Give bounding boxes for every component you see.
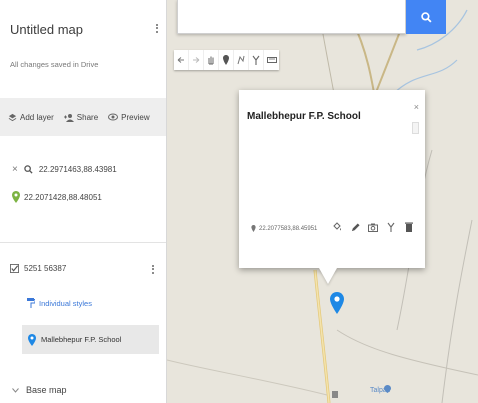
- redo-icon: [193, 56, 200, 63]
- directions-button[interactable]: [249, 50, 264, 70]
- add-marker-button[interactable]: [219, 50, 234, 70]
- clear-search-button[interactable]: ×: [12, 164, 18, 175]
- add-layer-label: Add layer: [20, 112, 54, 122]
- card-pointer: [319, 268, 337, 284]
- directions-icon: [387, 222, 395, 232]
- draw-line-button[interactable]: [234, 50, 249, 70]
- poi-icon: [384, 385, 391, 393]
- map-marker-icon[interactable]: [330, 292, 344, 314]
- edit-button[interactable]: [349, 220, 361, 234]
- card-coordinates: 22.2077583,88.45951: [251, 225, 317, 232]
- map-title[interactable]: Untitled map: [10, 22, 83, 37]
- paint-roller-icon: [27, 298, 35, 308]
- individual-styles-link[interactable]: Individual styles: [27, 298, 92, 308]
- chevron-down-icon: [12, 387, 19, 393]
- place-pin-icon: [28, 333, 36, 346]
- result-pin-icon: [12, 191, 20, 203]
- add-layer-button[interactable]: Add layer: [8, 113, 54, 122]
- paint-bucket-icon: [333, 222, 341, 231]
- add-photo-button[interactable]: [367, 220, 379, 234]
- individual-styles-label: Individual styles: [39, 298, 92, 308]
- map-options-kebab-icon[interactable]: [154, 22, 160, 38]
- map-canvas[interactable]: Mallebhepur F.P. School × 22.2077583,88.…: [167, 0, 478, 403]
- style-button[interactable]: [331, 220, 343, 234]
- place-info-card: Mallebhepur F.P. School × 22.2077583,88.…: [239, 90, 425, 268]
- map-search-input[interactable]: [177, 0, 406, 34]
- section-divider: [0, 242, 166, 243]
- base-map-toggle[interactable]: Base map: [12, 385, 67, 395]
- directions-to-here-button[interactable]: [385, 220, 397, 234]
- undo-icon: [177, 56, 184, 63]
- layer-options-kebab-icon[interactable]: [150, 263, 156, 279]
- map-toolbar: [174, 50, 279, 70]
- draw-line-icon: [237, 55, 245, 65]
- search-icon: [24, 165, 33, 174]
- camera-icon: [368, 223, 378, 232]
- map-search-button[interactable]: [406, 0, 446, 34]
- pan-tool-button[interactable]: [204, 50, 219, 70]
- save-status: All changes saved in Drive: [10, 60, 99, 69]
- result-coordinates: 22.2071428,88.48051: [24, 192, 102, 202]
- undo-button[interactable]: [174, 50, 189, 70]
- search-query: 22.2971463,88.43981: [38, 165, 117, 174]
- card-collapse-handle[interactable]: [412, 122, 419, 134]
- hand-icon: [208, 56, 214, 65]
- panel-actions-bar: Add layer Share Preview: [0, 98, 166, 136]
- share-button[interactable]: Share: [63, 112, 99, 122]
- ruler-icon: [266, 57, 277, 63]
- layer-header: 5251 56387: [10, 264, 66, 273]
- delete-button[interactable]: [403, 220, 415, 234]
- card-title: Mallebhepur F.P. School: [247, 111, 361, 122]
- directions-icon: [252, 55, 260, 65]
- place-list-item[interactable]: Mallebhepur F.P. School: [22, 325, 159, 354]
- place-name: Mallebhepur F.P. School: [41, 335, 122, 344]
- small-pin-icon: [251, 225, 256, 232]
- base-map-label: Base map: [26, 385, 67, 395]
- card-coordinates-text: 22.2077583,88.45951: [259, 225, 318, 232]
- eye-icon: [108, 113, 119, 121]
- marker-icon: [223, 55, 229, 65]
- search-result-item[interactable]: 22.2071428,88.48051: [12, 191, 102, 203]
- layer-checkbox-icon[interactable]: [10, 264, 19, 273]
- add-layer-icon: [8, 113, 17, 121]
- search-result-header: × 22.2971463,88.43981: [12, 164, 117, 175]
- preview-label: Preview: [121, 112, 150, 122]
- preview-button[interactable]: Preview: [108, 112, 150, 122]
- trash-icon: [405, 222, 413, 232]
- pencil-icon: [351, 222, 360, 231]
- redo-button[interactable]: [189, 50, 204, 70]
- map-side-panel: Untitled map All changes saved in Drive …: [0, 0, 167, 403]
- layer-name[interactable]: 5251 56387: [24, 264, 66, 273]
- search-icon: [420, 11, 432, 23]
- add-person-icon: [63, 113, 74, 122]
- card-actions: [331, 220, 415, 234]
- close-card-button[interactable]: ×: [414, 102, 419, 112]
- measure-button[interactable]: [264, 50, 279, 70]
- share-label: Share: [76, 112, 99, 122]
